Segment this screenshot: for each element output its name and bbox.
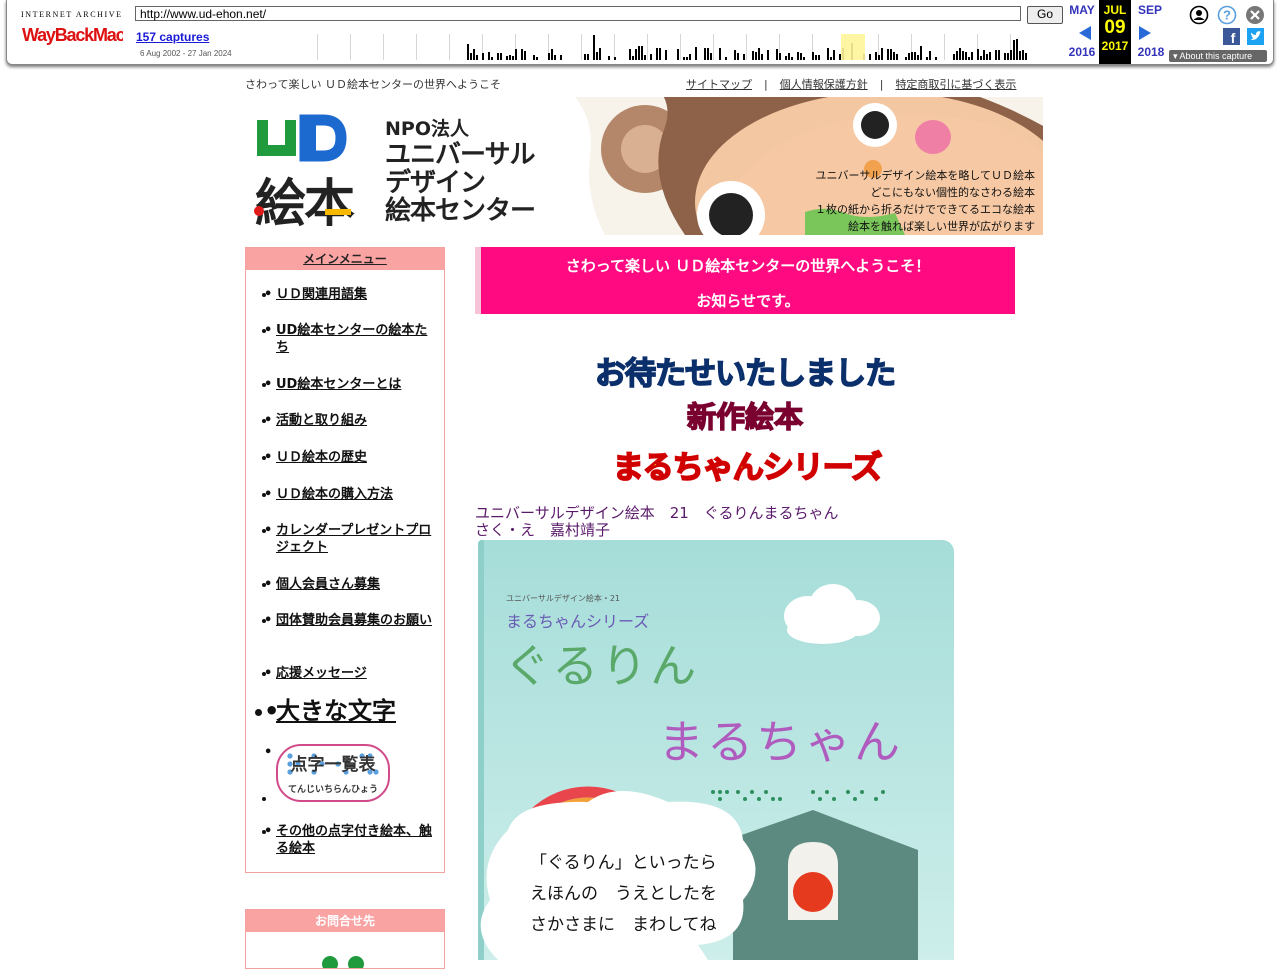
new-book-banner: お待たせいたしました 新作絵本 まるちゃんシリーズ bbox=[575, 346, 920, 487]
contact-graphic bbox=[322, 956, 364, 968]
site-header: 絵本 NPO法人 ユニバーサル デザイン 絵本センター ユニバーサルデザイン絵本… bbox=[245, 97, 1043, 235]
banner-line-1: お待たせいたしました bbox=[594, 355, 897, 393]
url-input[interactable]: http://www.ud-ehon.net/ bbox=[135, 6, 1021, 21]
org-line-2: ユニバーサル bbox=[385, 140, 535, 170]
next-month[interactable]: SEP bbox=[1133, 3, 1167, 17]
internet-archive-label: INTERNET ARCHIVE bbox=[21, 10, 123, 19]
twitter-icon[interactable] bbox=[1247, 28, 1264, 45]
site-tagline: さわって楽しい ＵＤ絵本センターの世界へようこそ bbox=[245, 78, 501, 91]
menu-item-braille-table[interactable]: 点字一覧表 てんじいちらんひょう bbox=[264, 744, 438, 802]
close-icon[interactable] bbox=[1245, 5, 1265, 25]
link-separator: | bbox=[764, 78, 768, 91]
large-text-label: 大きな文字 bbox=[276, 697, 396, 725]
current-year: 2017 bbox=[1101, 39, 1129, 53]
bubble-line-2: えほんの うえとしたを bbox=[530, 884, 717, 904]
top-links: サイトマップ | 個人情報保護方針 | 特定商取引に基づく表示 bbox=[686, 76, 1016, 92]
commercial-transactions-link[interactable]: 特定商取引に基づく表示 bbox=[895, 78, 1016, 91]
braille-table-reading: てんじいちらんひょう bbox=[288, 784, 378, 795]
braille-table-title: 点字一覧表 bbox=[291, 754, 377, 775]
welcome-line-1: さわって楽しい ＵＤ絵本センターの世界へようこそ！ bbox=[565, 257, 931, 275]
menu-item-glossary[interactable]: ＵＤ関連用語集 bbox=[264, 286, 438, 303]
main-menu: メインメニュー ＵＤ関連用語集 UD絵本センターの絵本たち UD絵本センターとは… bbox=[245, 247, 445, 873]
link-separator: | bbox=[879, 78, 884, 91]
cover-small-text: ユニバーサルデザイン絵本・21 bbox=[506, 593, 620, 603]
banner-line-3: まるちゃんシリーズ bbox=[612, 449, 883, 487]
main-menu-title[interactable]: メインメニュー bbox=[246, 248, 444, 270]
header-tagline-line: １枚の紙から折るだけでできてるエコな絵本 bbox=[815, 203, 1035, 216]
current-capture-highlight bbox=[841, 34, 865, 60]
braille-table-button[interactable]: 点字一覧表 てんじいちらんひょう bbox=[276, 744, 390, 802]
current-capture-date: JUL 09 2017 bbox=[1099, 0, 1131, 64]
menu-item-history[interactable]: ＵＤ絵本の歴史 bbox=[264, 449, 438, 466]
header-tagline-line: どこにもない個性的なさわる絵本 bbox=[870, 186, 1035, 199]
book-title-line: ユニバーサルデザイン絵本 21 ぐるりんまるちゃん bbox=[475, 504, 839, 522]
menu-item-books[interactable]: UD絵本センターの絵本たち bbox=[264, 322, 438, 356]
cover-title-2: まるちゃん bbox=[658, 715, 903, 769]
cover-series-text: まるちゃんシリーズ bbox=[506, 612, 649, 631]
help-icon[interactable]: ? bbox=[1217, 5, 1237, 25]
header-tagline-line: 絵本を触れば楽しい世界が広がります bbox=[848, 220, 1035, 233]
facebook-icon[interactable]: f bbox=[1223, 28, 1240, 45]
book-info: ユニバーサルデザイン絵本 21 ぐるりんまるちゃん さく・え 嘉村靖子 bbox=[475, 505, 839, 539]
book-author-line: さく・え 嘉村靖子 bbox=[475, 521, 611, 539]
org-name: NPO法人 ユニバーサル デザイン 絵本センター bbox=[385, 117, 536, 226]
capture-sparkline[interactable] bbox=[307, 32, 1033, 60]
sitemap-link[interactable]: サイトマップ bbox=[686, 78, 752, 91]
about-capture-button[interactable]: ▾ About this capture bbox=[1169, 50, 1267, 62]
about-capture-label: About this capture bbox=[1179, 51, 1253, 61]
privacy-policy-link[interactable]: 個人情報保護方針 bbox=[780, 78, 868, 91]
wayback-toolbar: INTERNET ARCHIVE WayBackMachine http://w… bbox=[6, 0, 1274, 65]
header-tagline-line: ユニバーサルデザイン絵本を略してＵＤ絵本 bbox=[815, 169, 1035, 182]
capture-range: 6 Aug 2002 - 27 Jan 2024 bbox=[140, 49, 232, 58]
current-day: 09 bbox=[1104, 17, 1126, 38]
menu-item-group-members[interactable]: 団体賛助会員募集のお願い bbox=[264, 612, 438, 629]
bubble-line-1: 「ぐるりん」といったら bbox=[530, 853, 717, 873]
menu-item-large-text[interactable]: 大きな文字 bbox=[264, 697, 438, 725]
logo-ehon-text: 絵本 bbox=[255, 175, 355, 234]
bubble-line-3: さかさまに まわしてね bbox=[530, 915, 717, 935]
header-tagline: ユニバーサルデザイン絵本を略してＵＤ絵本 どこにもない個性的なさわる絵本 １枚の… bbox=[815, 167, 1035, 235]
next-capture-arrow-icon[interactable] bbox=[1139, 26, 1151, 40]
org-line-3: デザイン bbox=[385, 167, 485, 198]
go-button[interactable]: Go bbox=[1027, 6, 1063, 24]
next-year[interactable]: 2018 bbox=[1134, 45, 1168, 59]
menu-item-messages[interactable]: 応援メッセージ bbox=[264, 665, 438, 682]
book-cover-image: ユニバーサルデザイン絵本・21 まるちゃんシリーズ ぐるりん まるちゃん 「ぐる… bbox=[478, 540, 954, 960]
org-line-1: NPO法人 bbox=[385, 117, 470, 140]
org-line-4: 絵本センター bbox=[385, 195, 535, 226]
current-month: JUL bbox=[1103, 3, 1127, 17]
contact-box: お問合せ先 bbox=[245, 909, 445, 969]
prev-capture-arrow-icon[interactable] bbox=[1079, 26, 1091, 40]
menu-item-individual-members[interactable]: 個人会員さん募集 bbox=[264, 576, 438, 593]
captures-link[interactable]: 157 captures bbox=[136, 30, 209, 44]
menu-item-purchase[interactable]: ＵＤ絵本の購入方法 bbox=[264, 486, 438, 503]
wayback-machine-logo[interactable]: WayBackMachine bbox=[21, 22, 123, 46]
contact-title: お問合せ先 bbox=[246, 910, 444, 932]
prev-month[interactable]: MAY bbox=[1065, 3, 1099, 17]
menu-item-activities[interactable]: 活動と取り組み bbox=[264, 412, 438, 429]
book-cover-art: ユニバーサルデザイン絵本・21 まるちゃんシリーズ ぐるりん まるちゃん 「ぐる… bbox=[478, 540, 954, 960]
prev-year[interactable]: 2016 bbox=[1065, 45, 1099, 59]
cover-title-1: ぐるりん bbox=[504, 639, 699, 693]
ud-ehon-logo: 絵本 bbox=[254, 114, 357, 234]
menu-item-about[interactable]: UD絵本センターとは bbox=[264, 376, 438, 393]
banner-line-2: 新作絵本 bbox=[686, 399, 803, 434]
wayback-logo-text: WayBackMachine bbox=[22, 25, 123, 45]
welcome-line-2: お知らせです。 bbox=[696, 292, 800, 310]
menu-item-calendar-project[interactable]: カレンダープレゼントプロジェクト bbox=[264, 522, 438, 556]
menu-item-other-braille-books[interactable]: その他の点字付き絵本、触る絵本 bbox=[264, 823, 438, 857]
svg-text:?: ? bbox=[1223, 8, 1231, 23]
svg-text:f: f bbox=[1231, 30, 1236, 45]
welcome-banner: さわって楽しい ＵＤ絵本センターの世界へようこそ！ お知らせです。 bbox=[475, 247, 1015, 314]
user-icon[interactable] bbox=[1189, 5, 1209, 25]
